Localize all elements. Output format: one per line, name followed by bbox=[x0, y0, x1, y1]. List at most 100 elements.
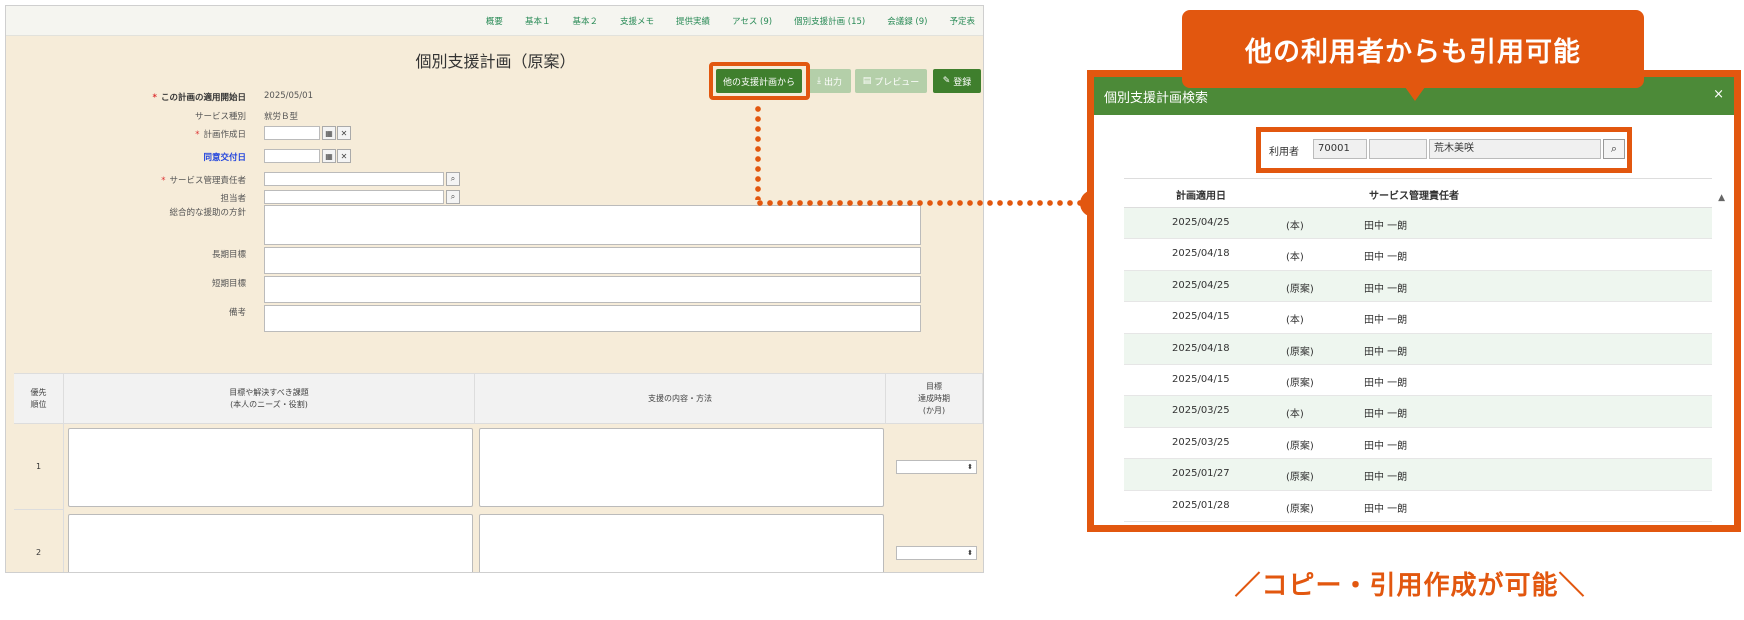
plan-date-cell: 2025/03/25 bbox=[1172, 436, 1230, 448]
bottom-caption: ／コピー・引用作成が可能＼ bbox=[1234, 571, 1586, 601]
long-goal-label: 長期目標 bbox=[211, 250, 246, 260]
table-row[interactable]: 2025/01/28 (原案) 田中 一朗 bbox=[1124, 491, 1712, 522]
plan-date-cell: 2025/04/15 bbox=[1172, 373, 1230, 385]
plan-date-cell: 2025/01/28 bbox=[1172, 499, 1230, 511]
plan-date-cell: 2025/04/25 bbox=[1172, 279, 1230, 291]
notes-textarea[interactable] bbox=[264, 305, 921, 332]
nav-item-basic2[interactable]: 基本２ bbox=[572, 15, 598, 27]
plan-type-cell: (原案) bbox=[1286, 440, 1314, 452]
plan-type-cell: (本) bbox=[1286, 409, 1304, 421]
start-date-value: 2025/05/01 bbox=[264, 91, 313, 101]
plan-type-cell: (原案) bbox=[1286, 472, 1314, 484]
user-search-bar: 利用者 70001 荒木美咲 ⌕ bbox=[1256, 127, 1632, 173]
register-button[interactable]: ✎ 登録 bbox=[933, 69, 981, 93]
close-icon[interactable]: × bbox=[1713, 87, 1724, 102]
nav-item-plan[interactable]: 個別支援計画 (15) bbox=[794, 15, 865, 27]
col-plan-date: 計画適用日 bbox=[1176, 191, 1226, 202]
manager-input[interactable] bbox=[264, 172, 444, 186]
clear-icon[interactable]: ✕ bbox=[337, 149, 351, 163]
user-kana-input[interactable] bbox=[1369, 139, 1427, 159]
plan-type-cell: (原案) bbox=[1286, 377, 1314, 389]
plan-type-cell: (原案) bbox=[1286, 283, 1314, 295]
manager-cell: 田中 一朗 bbox=[1364, 252, 1408, 264]
support-textarea[interactable] bbox=[479, 428, 884, 507]
notes-label: 備考 bbox=[228, 308, 246, 318]
short-goal-label: 短期目標 bbox=[211, 279, 246, 289]
output-button[interactable]: ⤓ 出力 bbox=[808, 69, 851, 93]
nav-item-records[interactable]: 提供実績 bbox=[676, 15, 710, 27]
short-goal-textarea[interactable] bbox=[264, 276, 921, 303]
consent-date-input[interactable] bbox=[264, 149, 320, 163]
plan-table: 計画適用日 サービス管理責任者 2025/04/25 (本) 田中 一朗 2025/0… bbox=[1124, 178, 1712, 522]
plan-date-cell: 2025/04/15 bbox=[1172, 311, 1230, 323]
nav-item-schedule[interactable]: 予定表 bbox=[949, 15, 975, 27]
created-date-input[interactable] bbox=[264, 126, 320, 140]
connector-dots-horizontal bbox=[755, 200, 1085, 206]
nav-item-minutes[interactable]: 会議録 (9) bbox=[887, 15, 927, 27]
manager-cell: 田中 一朗 bbox=[1364, 377, 1408, 389]
period-select[interactable]: ⬍ bbox=[896, 546, 977, 560]
manager-label: * サービス管理責任者 bbox=[161, 176, 246, 186]
manager-cell: 田中 一朗 bbox=[1364, 346, 1408, 358]
table-row[interactable]: 2025/03/25 (本) 田中 一朗 bbox=[1124, 396, 1712, 428]
col-period: 目標 達成時期 (か月) bbox=[886, 374, 983, 424]
manager-cell: 田中 一朗 bbox=[1364, 409, 1408, 421]
nav-item-assess[interactable]: アセス (9) bbox=[732, 15, 772, 27]
table-row[interactable]: 2025/01/27 (原案) 田中 一朗 bbox=[1124, 459, 1712, 491]
goal-textarea[interactable] bbox=[68, 514, 473, 572]
staff-input[interactable] bbox=[264, 190, 444, 204]
other-plan-highlight bbox=[709, 62, 810, 100]
calendar-icon[interactable]: ▦ bbox=[322, 126, 336, 140]
top-nav: 概要 基本１ 基本２ 支援メモ 提供実績 アセス (9) 個別支援計画 (15)… bbox=[6, 6, 983, 36]
nav-item-memo[interactable]: 支援メモ bbox=[620, 15, 654, 27]
nav-item-overview[interactable]: 概要 bbox=[486, 15, 503, 27]
plan-type-cell: (本) bbox=[1286, 221, 1304, 232]
table-row: 2 bbox=[14, 510, 64, 572]
col-goal: 目標や解決すべき課題 (本人のニーズ・役割) bbox=[64, 374, 475, 424]
download-icon: ⤓ bbox=[817, 76, 821, 86]
plan-type-cell: (本) bbox=[1286, 315, 1304, 327]
table-row[interactable]: 2025/04/15 (本) 田中 一朗 bbox=[1124, 302, 1712, 334]
plan-search-modal: 個別支援計画検索 × 利用者 70001 荒木美咲 ⌕ 計画適用日 サービス管理… bbox=[1087, 70, 1741, 532]
goal-grid: 優先 順位 目標や解決すべき課題 (本人のニーズ・役割) 支援の内容・方法 目標… bbox=[14, 373, 983, 572]
scroll-up-icon[interactable]: ▲ bbox=[1718, 193, 1725, 203]
document-icon: ▤ bbox=[862, 76, 872, 86]
search-icon[interactable]: ⌕ bbox=[446, 190, 460, 204]
plan-date-cell: 2025/01/27 bbox=[1172, 468, 1230, 480]
consent-date-label: 同意交付日 bbox=[203, 153, 246, 163]
modal-title: 個別支援計画検索 bbox=[1104, 90, 1209, 106]
table-row[interactable]: 2025/04/25 (本) 田中 一朗 bbox=[1124, 208, 1712, 240]
manager-cell: 田中 一朗 bbox=[1364, 315, 1408, 327]
table-row: 1 bbox=[14, 424, 64, 510]
clear-icon[interactable]: ✕ bbox=[337, 126, 351, 140]
search-icon[interactable]: ⌕ bbox=[1603, 139, 1625, 159]
long-goal-textarea[interactable] bbox=[264, 247, 921, 274]
plan-date-cell: 2025/04/18 bbox=[1172, 248, 1230, 260]
user-name-input[interactable]: 荒木美咲 bbox=[1429, 139, 1601, 159]
staff-label: 担当者 bbox=[220, 194, 246, 204]
table-row[interactable]: 2025/04/15 (原案) 田中 一朗 bbox=[1124, 365, 1712, 397]
banner-callout: 他の利用者からも引用可能 bbox=[1182, 10, 1644, 88]
connector-dots-vertical bbox=[755, 104, 761, 200]
created-date-label: * 計画作成日 bbox=[195, 130, 246, 140]
goal-textarea[interactable] bbox=[68, 428, 473, 507]
user-label: 利用者 bbox=[1269, 147, 1299, 158]
table-row[interactable]: 2025/03/25 (原案) 田中 一朗 bbox=[1124, 428, 1712, 460]
support-textarea[interactable] bbox=[479, 514, 884, 572]
policy-textarea[interactable] bbox=[264, 205, 921, 245]
plan-date-cell: 2025/03/25 bbox=[1172, 405, 1230, 417]
period-select[interactable]: ⬍ bbox=[896, 460, 977, 474]
service-type-value: 就労Ｂ型 bbox=[264, 112, 299, 122]
table-row[interactable]: 2025/04/18 (本) 田中 一朗 bbox=[1124, 239, 1712, 271]
table-row[interactable]: 2025/04/25 (原案) 田中 一朗 bbox=[1124, 270, 1712, 303]
plan-date-cell: 2025/04/18 bbox=[1172, 342, 1230, 354]
nav-item-basic1[interactable]: 基本１ bbox=[525, 15, 551, 27]
calendar-icon[interactable]: ▦ bbox=[322, 149, 336, 163]
plan-form-window: 概要 基本１ 基本２ 支援メモ 提供実績 アセス (9) 個別支援計画 (15)… bbox=[5, 5, 984, 573]
user-id-input[interactable]: 70001 bbox=[1313, 139, 1367, 159]
table-row[interactable]: 2025/04/18 (原案) 田中 一朗 bbox=[1124, 333, 1712, 365]
plan-type-cell: (本) bbox=[1286, 252, 1304, 264]
search-icon[interactable]: ⌕ bbox=[446, 172, 460, 186]
manager-cell: 田中 一朗 bbox=[1364, 440, 1408, 452]
preview-button[interactable]: ▤ プレビュー bbox=[855, 69, 927, 93]
